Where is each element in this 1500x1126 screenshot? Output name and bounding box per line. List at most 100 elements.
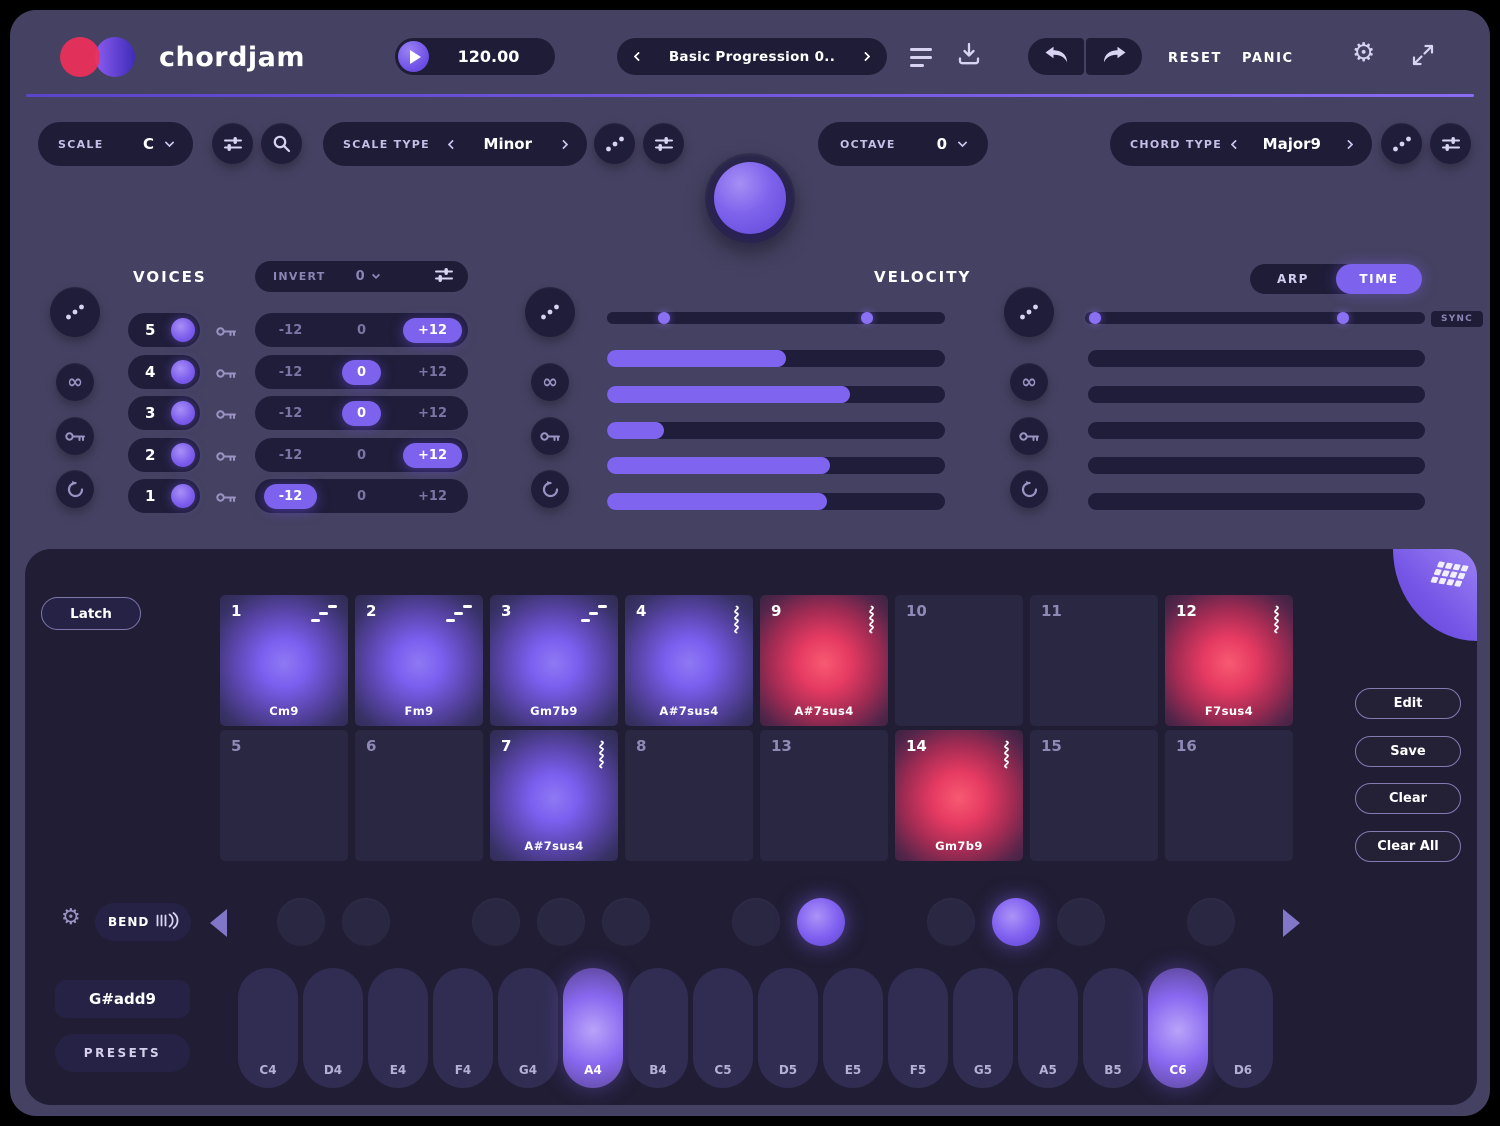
white-key-G5[interactable]: G5 xyxy=(953,968,1013,1088)
transpose-option-label[interactable]: -12 xyxy=(279,323,303,338)
key-lock-button[interactable] xyxy=(531,417,569,455)
transpose-option[interactable]: 0 xyxy=(326,448,397,463)
transpose-option[interactable]: 0 xyxy=(326,489,397,504)
octave-next-button[interactable] xyxy=(1283,909,1300,937)
chord-type-selector[interactable]: CHORD TYPE Major9 xyxy=(1110,122,1372,166)
pad-12[interactable]: 12F7sus4 xyxy=(1165,595,1293,726)
black-key[interactable] xyxy=(537,898,585,946)
black-key[interactable] xyxy=(472,898,520,946)
white-key-D6[interactable]: D6 xyxy=(1213,968,1273,1088)
white-key-B5[interactable]: B5 xyxy=(1083,968,1143,1088)
menu-icon[interactable] xyxy=(910,48,934,72)
black-key[interactable] xyxy=(992,898,1040,946)
latch-button[interactable]: Latch xyxy=(41,597,141,630)
transpose-option-label[interactable]: +12 xyxy=(418,406,447,421)
transpose-option[interactable]: -12 xyxy=(255,323,326,338)
preset-name[interactable]: Basic Progression 0.. xyxy=(669,49,835,65)
transpose-option-label[interactable]: -12 xyxy=(279,406,303,421)
chord-randomize-dice-button[interactable] xyxy=(1381,123,1422,164)
refresh-cycle-button[interactable] xyxy=(56,470,94,508)
pad-8[interactable]: 8 xyxy=(625,730,753,861)
time-bar[interactable] xyxy=(1088,457,1425,474)
preset-prev-icon[interactable] xyxy=(634,52,644,62)
voice-number-pill[interactable]: 5 xyxy=(128,313,200,347)
voice-key-lock-icon[interactable] xyxy=(216,489,237,508)
pad-4[interactable]: 4A#7sus4 xyxy=(625,595,753,726)
black-key[interactable] xyxy=(927,898,975,946)
infinity-endless-button[interactable]: ∞ xyxy=(531,363,569,401)
transpose-option[interactable]: 0 xyxy=(326,323,397,338)
voice-key-lock-icon[interactable] xyxy=(216,323,237,342)
transpose-option-label[interactable]: 0 xyxy=(357,448,366,463)
voice-key-lock-icon[interactable] xyxy=(216,406,237,425)
bend-toggle[interactable]: BEND xyxy=(95,903,191,941)
pad-10[interactable]: 10 xyxy=(895,595,1023,726)
chord-settings-button[interactable] xyxy=(1430,123,1471,164)
infinity-endless-button[interactable]: ∞ xyxy=(1010,363,1048,401)
pad-6[interactable]: 6 xyxy=(355,730,483,861)
master-knob[interactable] xyxy=(705,153,795,243)
octave-prev-button[interactable] xyxy=(210,909,227,937)
dice-randomize-button[interactable] xyxy=(1004,287,1054,337)
black-key[interactable] xyxy=(732,898,780,946)
voice-number-pill[interactable]: 2 xyxy=(128,438,200,472)
voice-number-pill[interactable]: 1 xyxy=(128,479,200,513)
white-key-B4[interactable]: B4 xyxy=(628,968,688,1088)
chord-type-prev-icon[interactable] xyxy=(1230,139,1240,149)
voice-key-lock-icon[interactable] xyxy=(216,448,237,467)
transpose-option-label[interactable]: +12 xyxy=(418,489,447,504)
dice-randomize-button[interactable] xyxy=(525,287,575,337)
white-key-C5[interactable]: C5 xyxy=(693,968,753,1088)
velocity-bar[interactable] xyxy=(607,386,945,403)
white-key-E4[interactable]: E4 xyxy=(368,968,428,1088)
black-key[interactable] xyxy=(602,898,650,946)
transpose-option[interactable]: +12 xyxy=(397,318,468,343)
voice-number-pill[interactable]: 3 xyxy=(128,396,200,430)
presets-button[interactable]: PRESETS xyxy=(55,1034,190,1072)
range-handle[interactable] xyxy=(658,312,670,324)
arp-tab[interactable]: ARP xyxy=(1250,264,1336,294)
transpose-option[interactable]: -12 xyxy=(255,406,326,421)
sync-toggle[interactable]: SYNC xyxy=(1431,311,1483,327)
settings-gear-icon[interactable]: ⚙ xyxy=(1352,40,1375,66)
pad-5[interactable]: 5 xyxy=(220,730,348,861)
clear-button[interactable]: Clear xyxy=(1355,783,1461,814)
time-tab[interactable]: TIME xyxy=(1336,264,1422,294)
transpose-option[interactable]: +12 xyxy=(397,489,468,504)
transpose-option-label[interactable]: -12 xyxy=(279,448,303,463)
range-handle[interactable] xyxy=(1089,312,1101,324)
transpose-option-label[interactable]: +12 xyxy=(403,318,462,343)
refresh-cycle-button[interactable] xyxy=(531,470,569,508)
pad-7[interactable]: 7A#7sus4 xyxy=(490,730,618,861)
download-icon[interactable] xyxy=(958,42,980,69)
pad-15[interactable]: 15 xyxy=(1030,730,1158,861)
keyboard-settings-gear-icon[interactable]: ⚙ xyxy=(61,907,81,929)
undo-button[interactable] xyxy=(1028,38,1084,75)
transpose-option-label[interactable]: 0 xyxy=(357,323,366,338)
transpose-option-label[interactable]: -12 xyxy=(279,365,303,380)
save-button[interactable]: Save xyxy=(1355,736,1461,767)
white-key-G4[interactable]: G4 xyxy=(498,968,558,1088)
octave-value[interactable]: 0 xyxy=(937,135,947,153)
pad-3[interactable]: 3Gm7b9 xyxy=(490,595,618,726)
black-key[interactable] xyxy=(797,898,845,946)
pad-11[interactable]: 11 xyxy=(1030,595,1158,726)
white-key-E5[interactable]: E5 xyxy=(823,968,883,1088)
time-bar[interactable] xyxy=(1088,422,1425,439)
transpose-option-label[interactable]: 0 xyxy=(342,360,381,385)
time-bar[interactable] xyxy=(1088,386,1425,403)
pad-14[interactable]: 14Gm7b9 xyxy=(895,730,1023,861)
pad-1[interactable]: 1Cm9 xyxy=(220,595,348,726)
scale-type-settings-button[interactable] xyxy=(643,123,684,164)
transpose-option[interactable]: +12 xyxy=(397,365,468,380)
transpose-option[interactable]: -12 xyxy=(255,448,326,463)
black-key[interactable] xyxy=(342,898,390,946)
resize-icon[interactable] xyxy=(1412,44,1434,70)
transpose-option[interactable]: -12 xyxy=(255,484,326,509)
range-handle[interactable] xyxy=(861,312,873,324)
white-key-A4[interactable]: A4 xyxy=(563,968,623,1088)
voice-number-pill[interactable]: 4 xyxy=(128,355,200,389)
dice-randomize-button[interactable] xyxy=(50,287,100,337)
chevron-down-icon[interactable] xyxy=(958,138,968,148)
voice-key-lock-icon[interactable] xyxy=(216,365,237,384)
